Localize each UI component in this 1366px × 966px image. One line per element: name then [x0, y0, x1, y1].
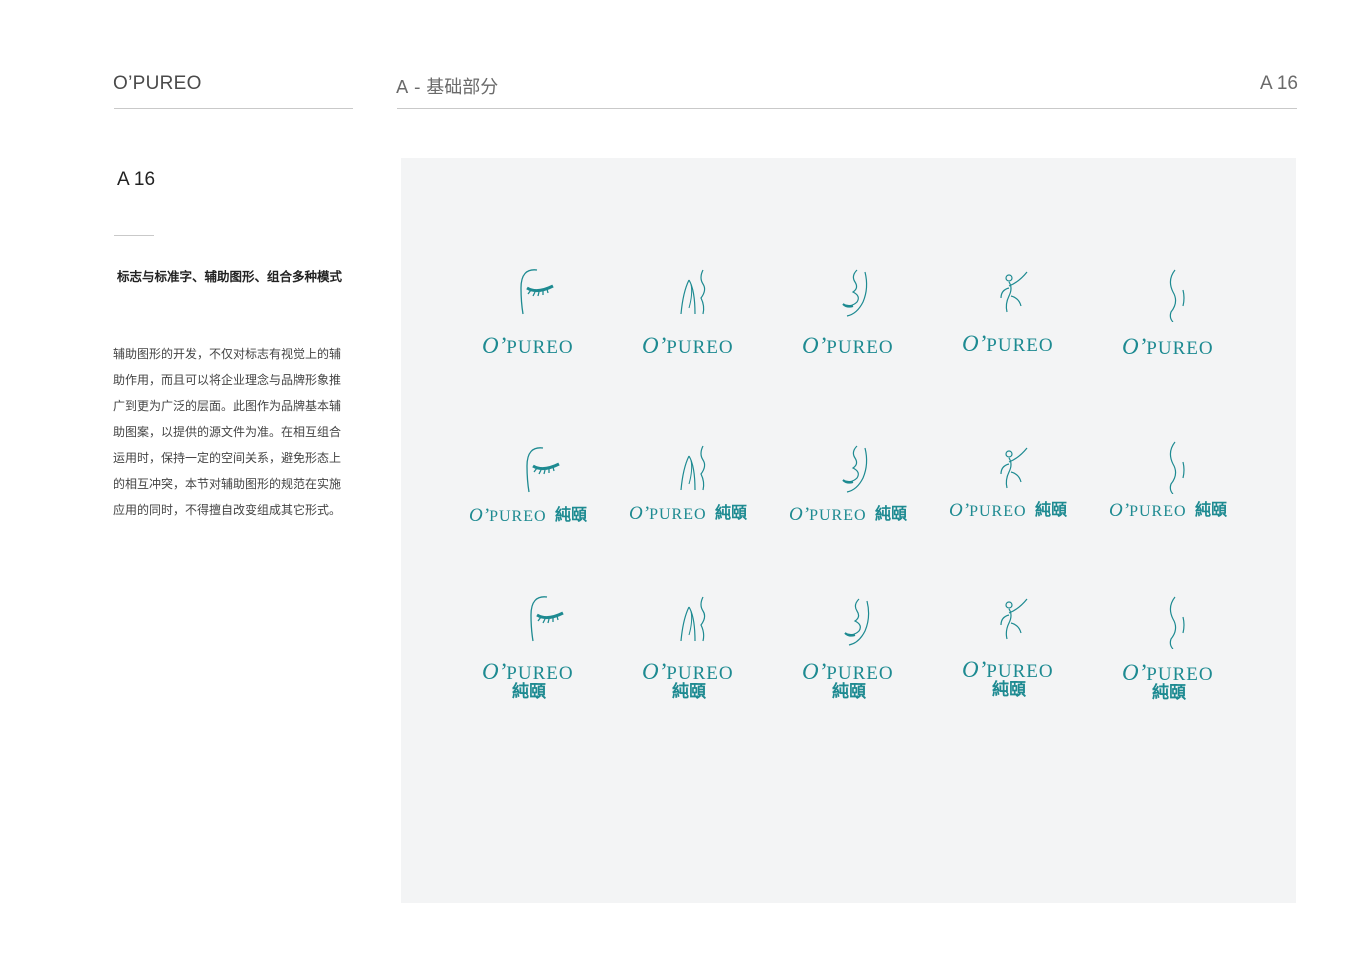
- wordmark: O’PUREO: [962, 657, 1054, 682]
- description-line: 应用的同时，不得擅自改变组成其它形式。: [113, 503, 342, 517]
- logo-stacked-face: O’PUREO: [769, 268, 929, 388]
- chinese-name: 純頤: [1195, 500, 1228, 519]
- section-title: A - 基础部分: [396, 77, 499, 98]
- wordmark: O’PUREO: [642, 659, 734, 684]
- logo-horizontal-figure: O’PUREO 純頤: [929, 438, 1089, 558]
- wordmark: O’PUREO: [949, 500, 1027, 521]
- chinese-name: 純頤: [832, 682, 866, 702]
- face-profile-icon: [842, 445, 868, 493]
- logo-stacked-cn-figure: O’PUREO 純頤: [929, 593, 1089, 713]
- header-rule-left: [114, 108, 353, 109]
- wordmark: O’PUREO: [962, 331, 1054, 356]
- eyelash-icon: [526, 447, 560, 493]
- logo-panel: O’PUREO O’PUREO O’PUREO O’PUREO O’PUREO …: [401, 158, 1296, 903]
- description-line: 助图案，以提供的源文件为准。在相互组合: [113, 425, 342, 439]
- wordmark: O’PUREO: [482, 333, 574, 358]
- figure-icon: [1000, 447, 1028, 489]
- logo-stacked-body: O’PUREO: [1089, 268, 1249, 388]
- wordmark: O’PUREO: [642, 333, 734, 358]
- logo-horizontal-body: O’PUREO 純頤: [1089, 438, 1249, 558]
- section-code: A 16: [117, 169, 156, 190]
- chinese-name: 純頤: [555, 505, 588, 524]
- wordmark: O’PUREO: [629, 503, 707, 524]
- neck-shoulder-icon: [680, 445, 706, 491]
- description-line: 助作用，而且可以将企业理念与品牌形象推: [113, 373, 342, 387]
- body-curve-icon: [1169, 596, 1185, 649]
- chinese-name: 純頤: [512, 682, 546, 702]
- divider: [114, 235, 154, 236]
- chinese-name: 純頤: [1152, 683, 1186, 703]
- eyelash-icon: [530, 596, 564, 642]
- wordmark: O’PUREO: [802, 659, 894, 684]
- figure-icon: [1000, 598, 1028, 640]
- wordmark: O’PUREO: [1109, 500, 1187, 521]
- body-curve-icon: [1169, 269, 1185, 322]
- wordmark: O’PUREO: [482, 659, 574, 684]
- logo-stacked-eyelash: O’PUREO: [449, 268, 609, 388]
- eyelash-icon: [520, 269, 554, 315]
- logo-stacked-neck: O’PUREO: [609, 268, 769, 388]
- logo-stacked-cn-neck: O’PUREO 純頤: [609, 593, 769, 713]
- chinese-name: 純頤: [672, 682, 706, 702]
- logo-horizontal-face: O’PUREO 純頤: [769, 438, 929, 558]
- header-rule-right: [397, 108, 1297, 109]
- wordmark: O’PUREO: [1122, 660, 1214, 685]
- page-number: A 16: [1259, 73, 1298, 94]
- logo-stacked-cn-face: O’PUREO 純頤: [769, 593, 929, 713]
- neck-shoulder-icon: [680, 596, 706, 642]
- description-line: 运用时，保持一定的空间关系，避免形态上: [113, 451, 342, 465]
- chinese-name: 純頤: [715, 503, 748, 522]
- chinese-name: 純頤: [875, 504, 908, 523]
- wordmark: O’PUREO: [1122, 334, 1214, 359]
- subtitle: 标志与标准字、辅助图形、组合多种模式: [117, 269, 343, 284]
- logo-stacked-cn-eyelash: O’PUREO 純頤: [449, 593, 609, 713]
- logo-stacked-figure: O’PUREO: [929, 268, 1089, 388]
- face-profile-icon: [842, 269, 868, 317]
- wordmark: O’PUREO: [802, 333, 894, 358]
- logo-horizontal-eyelash: O’PUREO 純頤: [449, 438, 609, 558]
- figure-icon: [1000, 271, 1028, 313]
- logo-horizontal-neck: O’PUREO 純頤: [609, 438, 769, 558]
- logo-stacked-cn-body: O’PUREO 純頤: [1089, 593, 1249, 713]
- chinese-name: 純頤: [1035, 500, 1068, 519]
- neck-shoulder-icon: [680, 269, 706, 315]
- description-line: 广到更为广泛的层面。此图作为品牌基本辅: [113, 399, 342, 413]
- body-curve-icon: [1169, 441, 1185, 494]
- wordmark: O’PUREO: [789, 504, 867, 525]
- face-profile-icon: [844, 598, 870, 646]
- description: 辅助图形的开发，不仅对标志有视觉上的辅 助作用，而且可以将企业理念与品牌形象推 …: [113, 341, 363, 523]
- wordmark: O’PUREO: [469, 505, 547, 526]
- chinese-name: 純頤: [992, 680, 1026, 700]
- description-line: 辅助图形的开发，不仅对标志有视觉上的辅: [113, 347, 342, 361]
- brand-name: O’PUREO: [113, 73, 202, 94]
- description-line: 的相互冲突，本节对辅助图形的规范在实施: [113, 477, 342, 491]
